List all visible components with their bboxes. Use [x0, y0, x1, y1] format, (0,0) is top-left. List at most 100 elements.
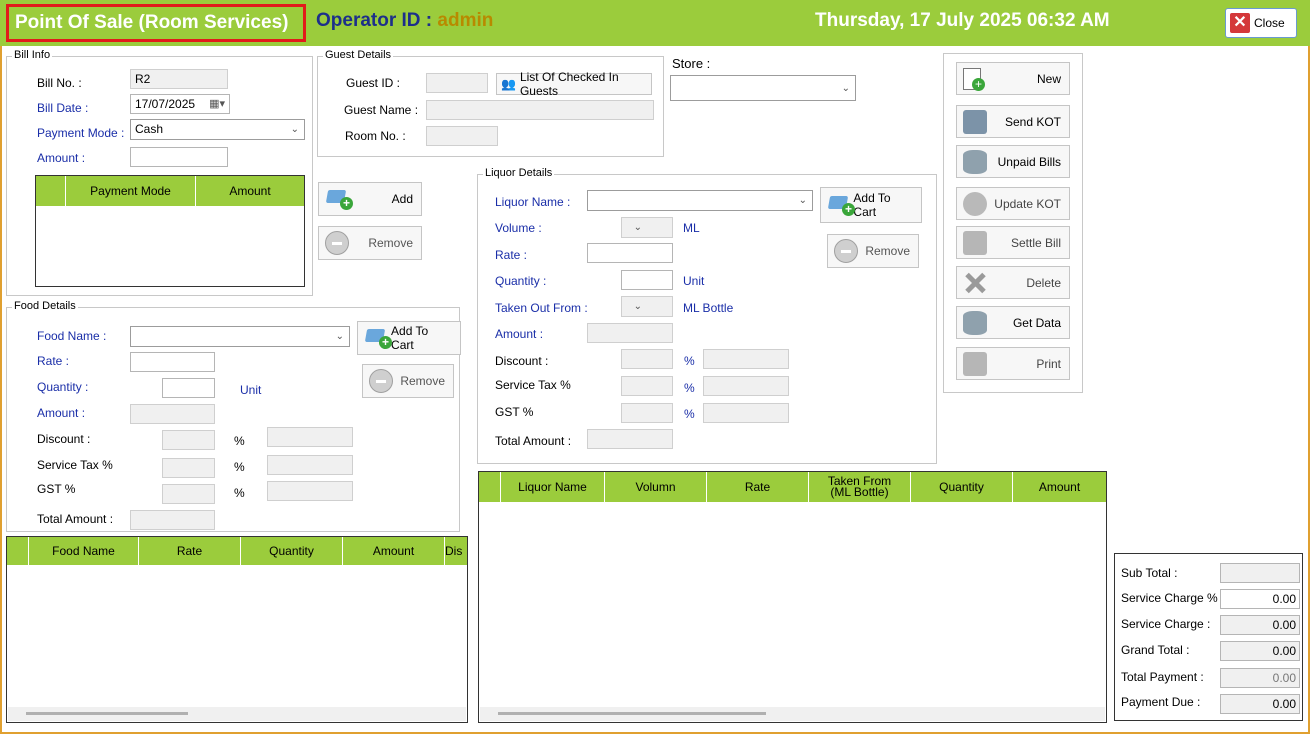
- service-charge-pct-field[interactable]: 0.00: [1220, 589, 1300, 609]
- calendar-icon[interactable]: ▦▾: [209, 95, 225, 113]
- column-taken-from[interactable]: Taken From (ML Bottle): [809, 472, 911, 502]
- food-amount-field[interactable]: [130, 404, 215, 424]
- update-kot-button[interactable]: Update KOT: [956, 187, 1070, 220]
- liquor-rate-field[interactable]: [587, 243, 673, 263]
- volume-label: Volume :: [495, 221, 542, 235]
- food-service-tax-amount[interactable]: [267, 455, 353, 475]
- remove-icon: [369, 369, 393, 393]
- amount-label: Amount :: [37, 151, 86, 165]
- food-name-label: Food Name :: [37, 329, 107, 343]
- taken-out-from-select[interactable]: ⌄: [621, 296, 673, 317]
- add-cart-icon: [325, 187, 353, 211]
- payment-mode-select[interactable]: Cash ⌄: [130, 119, 305, 140]
- guest-id-field[interactable]: [426, 73, 488, 93]
- liquor-grid-scrollbar[interactable]: [480, 707, 1105, 721]
- payment-due-field[interactable]: 0.00: [1220, 694, 1300, 714]
- database-icon: [963, 310, 987, 335]
- new-button[interactable]: New: [956, 62, 1070, 95]
- food-grid[interactable]: Food Name Rate Quantity Amount Dis: [6, 536, 468, 723]
- food-rate-field[interactable]: [130, 352, 215, 372]
- liquor-discount-amount[interactable]: [703, 349, 789, 369]
- store-select[interactable]: ⌄: [670, 75, 856, 101]
- unpaid-bills-button[interactable]: Unpaid Bills: [956, 145, 1070, 178]
- food-remove-label: Remove: [400, 374, 445, 388]
- ml-bottle-label: ML Bottle: [683, 301, 734, 315]
- food-service-tax-field[interactable]: [162, 458, 215, 478]
- food-discount-percent: %: [234, 434, 245, 448]
- food-quantity-field[interactable]: [162, 378, 215, 398]
- remove-payment-button[interactable]: Remove: [318, 226, 422, 260]
- get-data-button[interactable]: Get Data: [956, 306, 1070, 339]
- liquor-name-select[interactable]: ⌄: [587, 190, 813, 211]
- food-add-to-cart-button[interactable]: Add To Cart: [357, 321, 461, 355]
- liquor-amount-field[interactable]: [587, 323, 673, 343]
- liquor-grid[interactable]: Liquor Name Volumn Rate Taken From (ML B…: [478, 471, 1107, 723]
- column-liquor-name[interactable]: Liquor Name: [501, 472, 605, 502]
- payment-grid[interactable]: Payment Mode Amount: [35, 175, 305, 287]
- column-food-name[interactable]: Food Name: [29, 537, 139, 565]
- bill-no-field[interactable]: R2: [130, 69, 228, 89]
- close-button[interactable]: ✕ Close: [1225, 8, 1297, 38]
- food-gst-field[interactable]: [162, 484, 215, 504]
- liquor-amount-label: Amount :: [495, 327, 544, 341]
- column-rate[interactable]: Rate: [707, 472, 809, 502]
- chevron-down-icon: ⌄: [798, 195, 807, 206]
- column-rate[interactable]: Rate: [139, 537, 241, 565]
- liquor-gst-field[interactable]: [621, 403, 673, 423]
- delete-button[interactable]: Delete: [956, 266, 1070, 299]
- bill-date-picker[interactable]: 17/07/2025 ▦▾: [130, 94, 230, 114]
- total-payment-field[interactable]: 0.00: [1220, 668, 1300, 688]
- column-quantity[interactable]: Quantity: [911, 472, 1013, 502]
- sub-total-field[interactable]: [1220, 563, 1300, 583]
- column-payment-mode[interactable]: Payment Mode: [66, 176, 196, 206]
- liquor-discount-field[interactable]: [621, 349, 673, 369]
- grand-total-field[interactable]: 0.00: [1220, 641, 1300, 661]
- food-service-tax-percent: %: [234, 460, 245, 474]
- food-name-select[interactable]: ⌄: [130, 326, 350, 347]
- volume-select[interactable]: ⌄: [621, 217, 673, 238]
- liquor-service-tax-field[interactable]: [621, 376, 673, 396]
- print-button[interactable]: Print: [956, 347, 1070, 380]
- food-grid-scrollbar[interactable]: [8, 707, 466, 721]
- liquor-add-to-cart-button[interactable]: Add To Cart: [820, 187, 922, 223]
- store-label: Store :: [672, 56, 711, 71]
- scrollbar-thumb[interactable]: [26, 712, 188, 715]
- liquor-quantity-field[interactable]: [621, 270, 673, 290]
- get-data-label: Get Data: [1012, 315, 1061, 330]
- liquor-service-tax-amount[interactable]: [703, 376, 789, 396]
- column-quantity[interactable]: Quantity: [241, 537, 343, 565]
- food-details-title: Food Details: [12, 300, 78, 312]
- food-gst-amount[interactable]: [267, 481, 353, 501]
- guest-name-field[interactable]: [426, 100, 654, 120]
- liquor-gst-amount[interactable]: [703, 403, 789, 423]
- column-discount[interactable]: Dis: [445, 537, 465, 565]
- column-amount[interactable]: Amount: [196, 176, 304, 206]
- service-charge-field[interactable]: 0.00: [1220, 615, 1300, 635]
- chevron-down-icon: ⌄: [633, 222, 642, 233]
- delete-icon: [963, 271, 987, 295]
- header-bar: Point Of Sale (Room Services) Operator I…: [0, 0, 1310, 46]
- food-discount-amount[interactable]: [267, 427, 353, 447]
- liquor-remove-button[interactable]: Remove: [827, 234, 919, 268]
- room-no-field[interactable]: [426, 126, 498, 146]
- food-discount-field[interactable]: [162, 430, 215, 450]
- close-label: Close: [1254, 16, 1285, 30]
- food-remove-button[interactable]: Remove: [362, 364, 454, 398]
- guests-icon: 👥: [501, 77, 516, 91]
- current-datetime: Thursday, 17 July 2025 06:32 AM: [815, 10, 1110, 31]
- column-amount[interactable]: Amount: [343, 537, 445, 565]
- new-document-icon: [963, 67, 985, 91]
- column-amount[interactable]: Amount: [1013, 472, 1106, 502]
- list-checked-in-guests-button[interactable]: 👥 List Of Checked In Guests: [496, 70, 652, 98]
- column-volume[interactable]: Volumn: [605, 472, 707, 502]
- add-payment-button[interactable]: Add: [318, 182, 422, 216]
- database-icon: [963, 149, 987, 174]
- amount-field[interactable]: [130, 147, 228, 167]
- settle-bill-button[interactable]: Settle Bill: [956, 226, 1070, 259]
- food-gst-label: GST %: [37, 482, 76, 496]
- printer-icon: [963, 351, 987, 376]
- send-kot-button[interactable]: Send KOT: [956, 105, 1070, 138]
- scrollbar-thumb[interactable]: [498, 712, 766, 715]
- food-total-amount-field[interactable]: [130, 510, 215, 530]
- liquor-total-amount-field[interactable]: [587, 429, 673, 449]
